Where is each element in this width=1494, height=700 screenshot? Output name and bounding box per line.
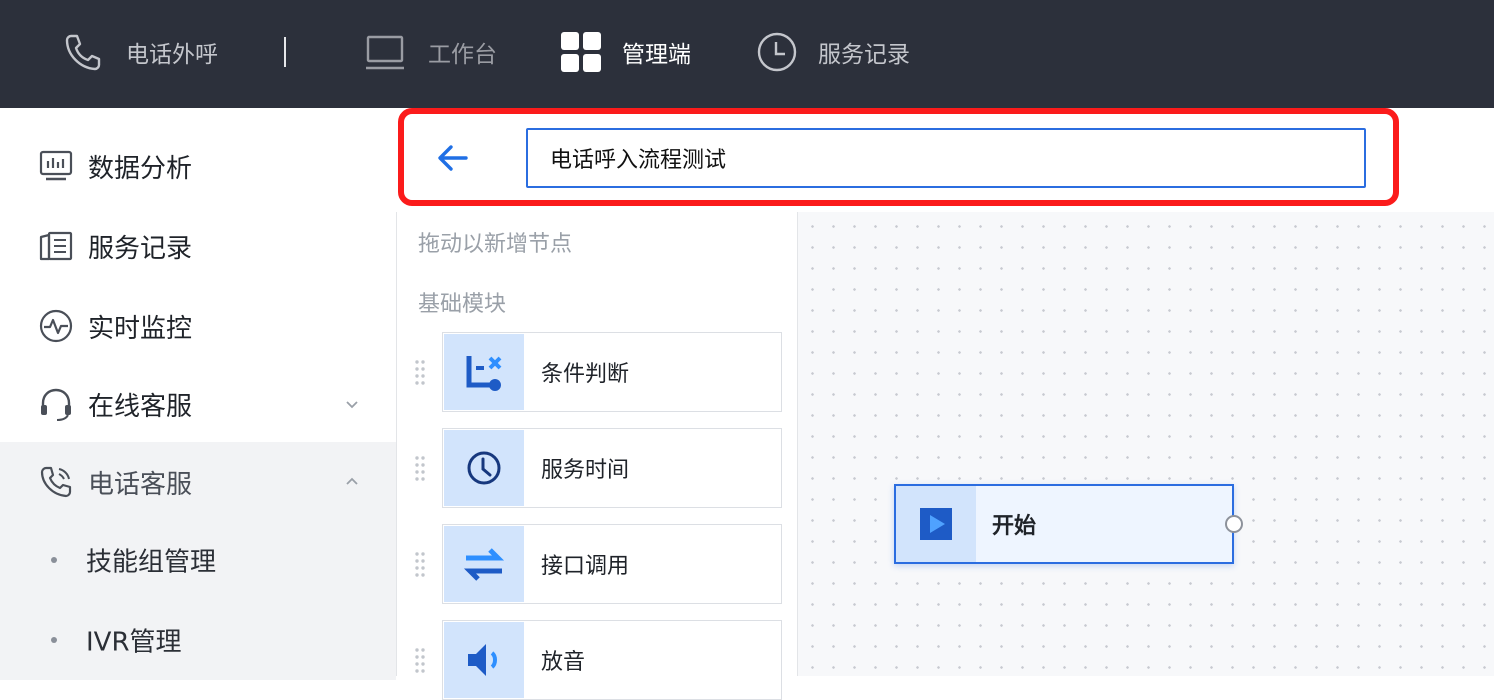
arrow-left-icon — [438, 145, 468, 171]
palette-node-api-call[interactable]: 接口调用 — [442, 524, 782, 604]
node-label: 放音 — [541, 650, 586, 675]
sidebar-item-label: 电话客服 — [88, 469, 193, 500]
nav-divider — [284, 37, 286, 67]
sidebar-subitem-label: 技能组管理 — [86, 547, 217, 578]
sidebar-item-realtime-monitor[interactable]: 实时监控 — [0, 286, 396, 366]
nav-label: 管理端 — [622, 42, 691, 68]
palette-node-play-audio[interactable]: 放音 — [442, 620, 782, 700]
node-icon-box — [444, 622, 524, 698]
swap-icon — [463, 548, 505, 581]
flow-canvas[interactable] — [798, 212, 1494, 676]
chevron-down-icon — [346, 401, 358, 409]
bullet-dot — [51, 637, 57, 643]
nav-label: 工作台 — [428, 42, 497, 68]
sidebar-subitem-skill-group[interactable]: 技能组管理 — [0, 520, 396, 600]
nav-item-outbound-call[interactable]: 电话外呼 — [62, 26, 218, 78]
records-icon — [39, 231, 73, 261]
bullet-dot — [51, 557, 57, 563]
palette-group-title: 基础模块 — [418, 292, 507, 317]
node-label: 服务时间 — [541, 458, 630, 483]
palette-node-service-time[interactable]: 服务时间 — [442, 428, 782, 508]
sidebar-item-service-records[interactable]: 服务记录 — [0, 206, 396, 286]
node-label: 条件判断 — [541, 362, 630, 387]
play-icon — [920, 508, 952, 540]
node-icon-box — [444, 334, 524, 410]
nav-label: 电话外呼 — [126, 42, 218, 68]
node-output-port[interactable] — [1225, 515, 1243, 533]
sidebar-item-online-service[interactable]: 在线客服 — [0, 364, 396, 444]
flow-name-input[interactable] — [526, 128, 1366, 188]
drag-handle-icon[interactable] — [414, 646, 426, 674]
top-nav-bar: 电话外呼 工作台 管理端 服务记录 — [0, 0, 1494, 108]
sidebar-item-phone-service[interactable]: 电话客服 — [0, 442, 396, 522]
nav-item-admin[interactable]: 管理端 — [560, 26, 691, 78]
palette-hint: 拖动以新增节点 — [418, 232, 573, 257]
clock-icon — [467, 451, 501, 485]
grid-icon — [561, 32, 601, 72]
monitor-icon — [366, 35, 404, 70]
node-icon-box — [896, 486, 976, 562]
speaker-icon — [468, 644, 497, 676]
drag-handle-icon[interactable] — [414, 454, 426, 482]
sidebar-subitem-label: IVR管理 — [86, 627, 182, 658]
clock-icon — [757, 32, 797, 72]
canvas-node-start[interactable]: 开始 — [894, 484, 1234, 564]
dashboard-icon — [39, 150, 73, 181]
sidebar-item-label: 服务记录 — [88, 233, 193, 264]
node-label: 开始 — [992, 514, 1037, 539]
drag-handle-icon[interactable] — [414, 358, 426, 386]
nav-label: 服务记录 — [818, 42, 910, 68]
sidebar-item-label: 数据分析 — [88, 153, 193, 184]
condition-icon — [466, 356, 502, 391]
node-icon-box — [444, 526, 524, 602]
sidebar-item-label: 实时监控 — [88, 313, 193, 344]
phone-icon — [65, 34, 101, 71]
sidebar-subitem-ivr[interactable]: IVR管理 — [0, 600, 396, 680]
sidebar-item-label: 在线客服 — [88, 391, 193, 422]
drag-handle-icon[interactable] — [414, 550, 426, 578]
chevron-up-icon — [346, 477, 358, 485]
headset-icon — [41, 388, 71, 421]
nav-item-workbench[interactable]: 工作台 — [364, 26, 497, 78]
sidebar-item-data-analysis[interactable]: 数据分析 — [0, 126, 396, 206]
back-button[interactable] — [434, 138, 472, 178]
palette-node-condition[interactable]: 条件判断 — [442, 332, 782, 412]
pulse-icon — [39, 309, 73, 343]
nav-item-service-records[interactable]: 服务记录 — [756, 26, 910, 78]
node-label: 接口调用 — [541, 554, 630, 579]
phone-icon — [40, 466, 72, 498]
node-icon-box — [444, 430, 524, 506]
